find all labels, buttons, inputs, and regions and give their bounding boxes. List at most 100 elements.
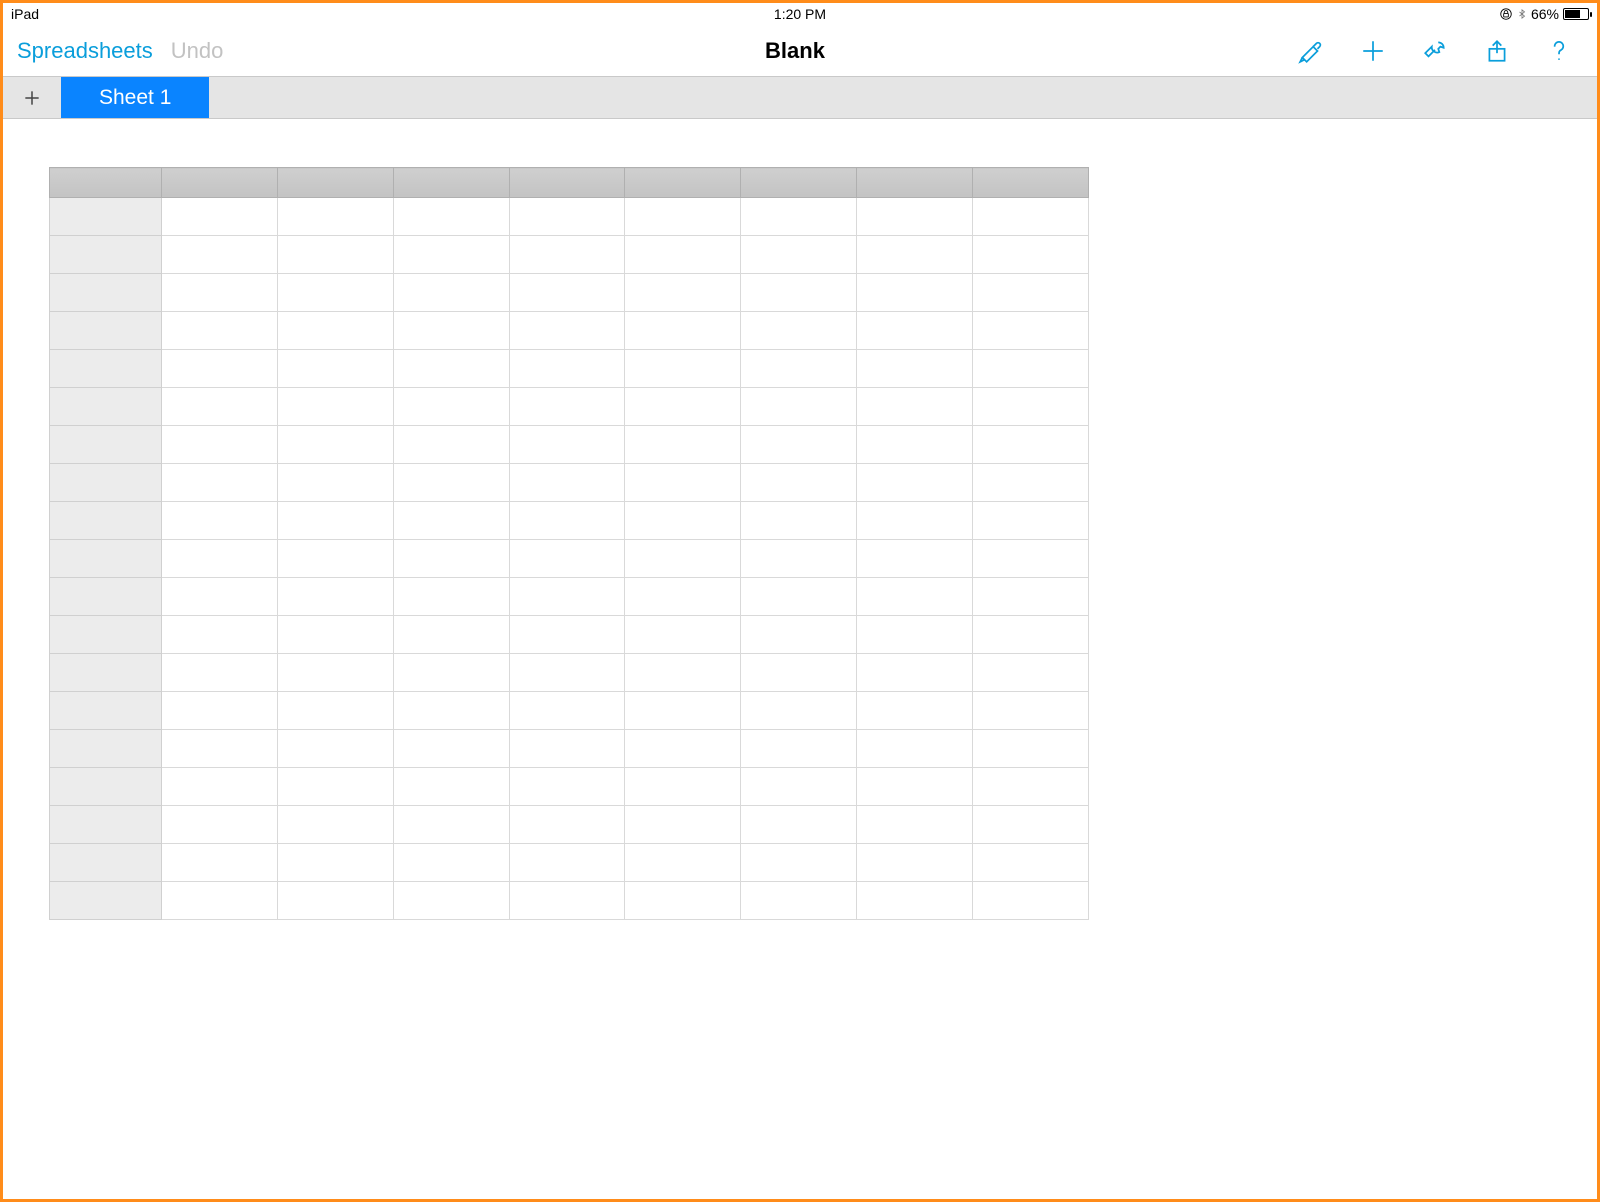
cell[interactable] (857, 578, 973, 616)
row-header-cell[interactable] (50, 844, 162, 882)
back-button[interactable]: Spreadsheets (17, 38, 153, 64)
cell[interactable] (509, 274, 625, 312)
cell[interactable] (277, 692, 393, 730)
cell[interactable] (741, 198, 857, 236)
cell[interactable] (625, 350, 741, 388)
cell[interactable] (509, 616, 625, 654)
row-header-cell[interactable] (50, 502, 162, 540)
cell[interactable] (161, 768, 277, 806)
table-row[interactable] (50, 312, 1089, 350)
cell[interactable] (161, 730, 277, 768)
row-header-cell[interactable] (50, 654, 162, 692)
row-header-cell[interactable] (50, 274, 162, 312)
cell[interactable] (625, 502, 741, 540)
sheet-tab-1[interactable]: Sheet 1 (61, 77, 209, 118)
column-header[interactable] (161, 168, 277, 198)
cell[interactable] (973, 274, 1089, 312)
table-row[interactable] (50, 844, 1089, 882)
cell[interactable] (161, 540, 277, 578)
cell[interactable] (625, 692, 741, 730)
table-row[interactable] (50, 616, 1089, 654)
cell[interactable] (161, 388, 277, 426)
cell[interactable] (277, 578, 393, 616)
cell[interactable] (625, 312, 741, 350)
cell[interactable] (509, 464, 625, 502)
table-row[interactable] (50, 578, 1089, 616)
cell[interactable] (741, 464, 857, 502)
table-row[interactable] (50, 274, 1089, 312)
cell[interactable] (625, 654, 741, 692)
cell[interactable] (741, 350, 857, 388)
cell[interactable] (625, 388, 741, 426)
cell[interactable] (857, 464, 973, 502)
table-row[interactable] (50, 236, 1089, 274)
cell[interactable] (857, 274, 973, 312)
cell[interactable] (277, 768, 393, 806)
row-header-cell[interactable] (50, 768, 162, 806)
cell[interactable] (857, 312, 973, 350)
cell[interactable] (741, 616, 857, 654)
cell[interactable] (393, 236, 509, 274)
cell[interactable] (393, 274, 509, 312)
row-header-cell[interactable] (50, 730, 162, 768)
cell[interactable] (509, 730, 625, 768)
cell[interactable] (973, 844, 1089, 882)
cell[interactable] (625, 236, 741, 274)
row-header-cell[interactable] (50, 540, 162, 578)
cell[interactable] (973, 692, 1089, 730)
column-header-row[interactable] (50, 168, 1089, 198)
cell[interactable] (393, 540, 509, 578)
cell[interactable] (973, 768, 1089, 806)
row-header-cell[interactable] (50, 426, 162, 464)
cell[interactable] (625, 616, 741, 654)
column-header[interactable] (973, 168, 1089, 198)
table-row[interactable] (50, 540, 1089, 578)
row-header-cell[interactable] (50, 464, 162, 502)
cell[interactable] (857, 198, 973, 236)
cell[interactable] (161, 312, 277, 350)
cell[interactable] (625, 578, 741, 616)
share-icon[interactable] (1483, 37, 1511, 65)
tools-wrench-icon[interactable] (1421, 37, 1449, 65)
cell[interactable] (509, 312, 625, 350)
cell[interactable] (973, 540, 1089, 578)
cell[interactable] (625, 806, 741, 844)
row-header-cell[interactable] (50, 616, 162, 654)
cell[interactable] (973, 464, 1089, 502)
cell[interactable] (509, 236, 625, 274)
cell[interactable] (625, 198, 741, 236)
cell[interactable] (857, 616, 973, 654)
table-row[interactable] (50, 882, 1089, 920)
cell[interactable] (741, 388, 857, 426)
help-icon[interactable] (1545, 37, 1573, 65)
table-row[interactable] (50, 502, 1089, 540)
cell[interactable] (509, 768, 625, 806)
add-sheet-button[interactable] (3, 77, 61, 118)
cell[interactable] (277, 464, 393, 502)
cell[interactable] (161, 692, 277, 730)
cell[interactable] (277, 274, 393, 312)
cell[interactable] (857, 882, 973, 920)
cell[interactable] (509, 692, 625, 730)
cell[interactable] (741, 540, 857, 578)
cell[interactable] (973, 882, 1089, 920)
cell[interactable] (393, 502, 509, 540)
spreadsheet-canvas[interactable] (3, 119, 1597, 920)
cell[interactable] (857, 540, 973, 578)
cell[interactable] (857, 502, 973, 540)
table-row[interactable] (50, 464, 1089, 502)
cell[interactable] (393, 388, 509, 426)
cell[interactable] (625, 426, 741, 464)
cell[interactable] (857, 692, 973, 730)
cell[interactable] (393, 464, 509, 502)
table-row[interactable] (50, 768, 1089, 806)
cell[interactable] (625, 844, 741, 882)
cell[interactable] (161, 274, 277, 312)
cell[interactable] (161, 502, 277, 540)
row-header-cell[interactable] (50, 882, 162, 920)
cell[interactable] (509, 198, 625, 236)
cell[interactable] (973, 388, 1089, 426)
cell[interactable] (973, 236, 1089, 274)
add-icon[interactable] (1359, 37, 1387, 65)
cell[interactable] (161, 464, 277, 502)
